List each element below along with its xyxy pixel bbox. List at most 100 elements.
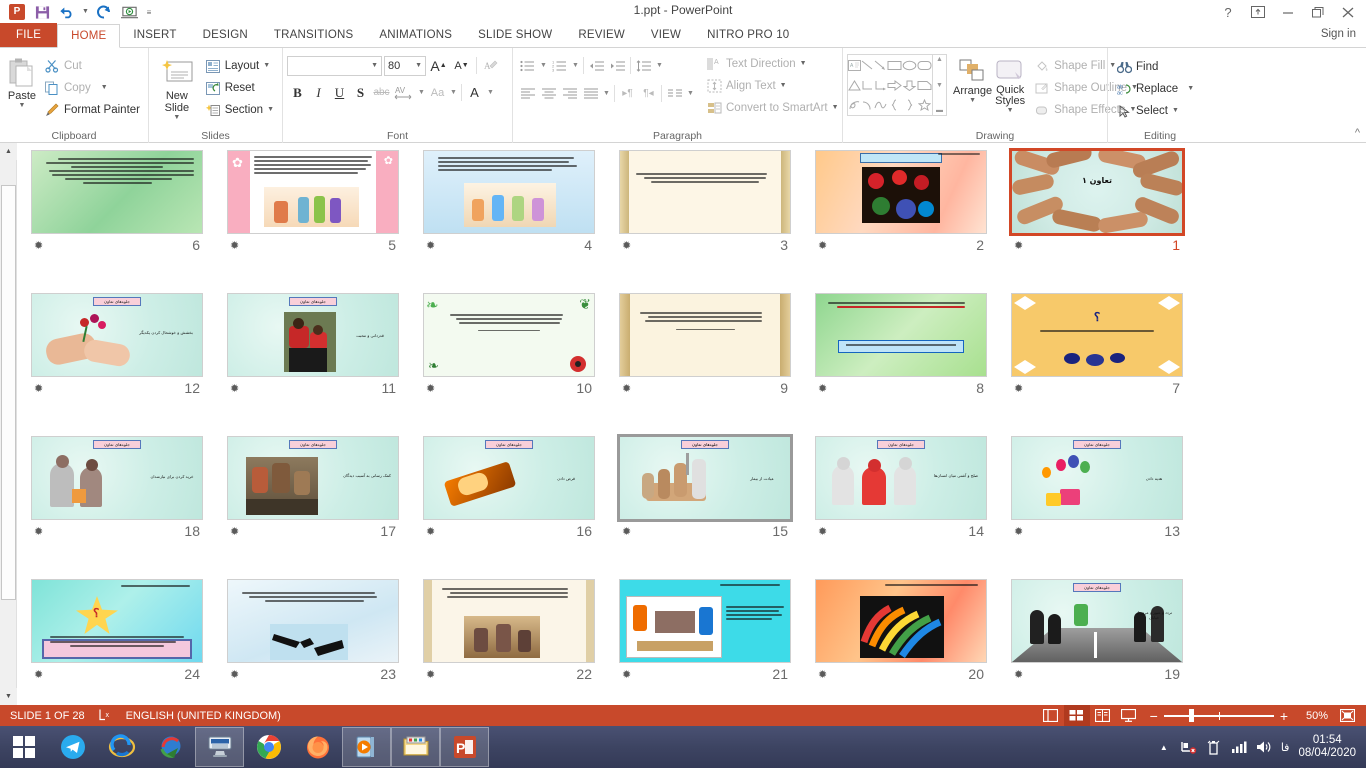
minimize-button[interactable] (1274, 2, 1302, 22)
underline-button[interactable]: U (329, 82, 350, 103)
shape-textbox[interactable]: A (848, 55, 861, 75)
slide-thumbnail-18[interactable]: جلوه‌های تعاون خرید کردن برای نیازمندان (31, 436, 203, 520)
slide-sorter-view-button[interactable] (1064, 705, 1090, 726)
slide-thumbnail-9[interactable] (619, 293, 791, 377)
slide-thumbnail-13[interactable]: جلوه‌های تعاون هدیه دادن (1011, 436, 1183, 520)
scrollbar-thumb[interactable] (1, 185, 16, 600)
shape-elbow-connector[interactable] (861, 75, 874, 95)
slide-thumbnail-5[interactable]: ✿ ✿ (227, 150, 399, 234)
shape-elbow-arrow[interactable] (874, 75, 887, 95)
zoom-out-button[interactable]: − (1150, 708, 1158, 724)
shape-star[interactable] (917, 95, 932, 115)
shape-flowchart-document[interactable] (917, 75, 932, 95)
tab-design[interactable]: DESIGN (190, 23, 261, 47)
decrease-font-size-button[interactable]: A▼ (451, 55, 472, 76)
arrange-button[interactable]: Arrange ▼ (953, 54, 992, 105)
replace-dropdown-icon[interactable]: ▼ (1187, 85, 1194, 93)
bullets-button[interactable] (517, 55, 538, 76)
align-left-button[interactable] (517, 83, 538, 104)
slide-thumbnail-19[interactable]: جلوه‌های تعاون تردد و عبور و مرور از خیا… (1011, 579, 1183, 663)
shape-right-brace[interactable] (902, 95, 917, 115)
slide-thumbnail-10[interactable]: ❧ ❦ ❧ (423, 293, 595, 377)
justify-button[interactable] (580, 83, 601, 104)
bold-button[interactable]: B (287, 82, 308, 103)
font-size-dropdown-icon[interactable]: ▼ (415, 62, 422, 70)
font-size-input[interactable]: 80 ▼ (384, 56, 426, 76)
slide-thumbnail-15[interactable]: جلوه‌های تعاون عیادت از بیمار (617, 434, 793, 522)
media-player-icon[interactable] (342, 727, 391, 767)
shapes-scroll-up-icon[interactable]: ▲ (936, 56, 943, 63)
layout-dropdown-icon[interactable]: ▼ (263, 62, 270, 70)
shape-curve[interactable] (874, 95, 887, 115)
slide-thumbnail-7[interactable]: ؟ (1011, 293, 1183, 377)
strikethrough-button[interactable]: abc (371, 82, 392, 103)
slide-thumbnail-12[interactable]: جلوه‌های تعاون بخشش و خوشحال کردن یکدیگر (31, 293, 203, 377)
find-button[interactable]: Find (1112, 56, 1198, 78)
slide-thumbnail-22[interactable] (423, 579, 595, 663)
align-text-dropdown-icon[interactable]: ▼ (780, 82, 787, 90)
shapes-more-icon[interactable]: ▬ (936, 107, 943, 114)
slide-thumbnail-17[interactable]: جلوه‌های تعاون کمک رسانی به آسیب دیدگان (227, 436, 399, 520)
slide-thumbnail-16[interactable]: جلوه‌های تعاون قرض دادن (423, 436, 595, 520)
section-button[interactable]: Section ▼ (201, 99, 278, 121)
convert-to-smartart-button[interactable]: Convert to SmartArt ▼ (702, 97, 843, 119)
paste-button[interactable]: Paste ▼ (4, 53, 40, 110)
change-case-dropdown-icon[interactable]: ▼ (448, 82, 459, 103)
align-right-button[interactable] (559, 83, 580, 104)
text-shadow-button[interactable]: S (350, 82, 371, 103)
new-slide-button[interactable]: New Slide ▼ (153, 53, 201, 122)
shapes-scroll-down-icon[interactable]: ▼ (936, 82, 943, 89)
shapes-gallery-scrollbar[interactable]: ▲ ▼ ▬ (932, 55, 946, 115)
zoom-percentage[interactable]: 50% (1296, 710, 1328, 722)
shape-arc[interactable] (861, 95, 874, 115)
reading-view-button[interactable] (1090, 705, 1116, 726)
arrange-dropdown-icon[interactable]: ▼ (969, 97, 976, 105)
cut-button[interactable]: Cut (40, 55, 144, 77)
scroll-down-arrow[interactable]: ▼ (0, 688, 17, 705)
section-dropdown-icon[interactable]: ▼ (267, 106, 274, 114)
internet-explorer-icon[interactable] (97, 727, 146, 767)
shape-scribble[interactable] (848, 95, 861, 115)
font-name-dropdown-icon[interactable]: ▼ (371, 62, 378, 70)
bullets-dropdown-icon[interactable]: ▼ (538, 55, 549, 76)
slide-show-button[interactable] (1116, 705, 1142, 726)
close-button[interactable] (1334, 2, 1362, 22)
volume-icon[interactable] (1256, 739, 1272, 755)
character-spacing-button[interactable]: AV (392, 82, 416, 103)
slide-thumbnail-2[interactable] (815, 150, 987, 234)
smartart-dropdown-icon[interactable]: ▼ (832, 104, 839, 112)
shape-rounded-rectangle[interactable] (917, 55, 932, 75)
shapes-gallery[interactable]: A (847, 54, 947, 116)
slide-thumbnail-20[interactable] (815, 579, 987, 663)
ribbon-display-options-button[interactable] (1244, 2, 1272, 22)
numbering-dropdown-icon[interactable]: ▼ (570, 55, 581, 76)
spell-check-icon[interactable]: x (99, 708, 112, 724)
normal-view-button[interactable] (1038, 705, 1064, 726)
scroll-up-arrow[interactable]: ▲ (0, 143, 17, 160)
numbering-button[interactable]: 123 (549, 55, 570, 76)
shape-rectangle[interactable] (887, 55, 902, 75)
rtl-text-direction-button[interactable]: ¶◂ (638, 83, 659, 104)
network-error-icon[interactable] (1181, 739, 1197, 755)
shape-right-arrow[interactable] (887, 75, 902, 95)
quick-styles-dropdown-icon[interactable]: ▼ (1007, 107, 1014, 115)
change-case-button[interactable]: Aa (427, 82, 448, 103)
zoom-slider[interactable] (1164, 709, 1274, 723)
tab-slide-show[interactable]: SLIDE SHOW (465, 23, 565, 47)
columns-dropdown-icon[interactable]: ▼ (685, 83, 696, 104)
paste-dropdown-icon[interactable]: ▼ (19, 102, 26, 110)
fit-to-window-button[interactable] (1334, 705, 1360, 726)
slide-thumbnail-8[interactable] (815, 293, 987, 377)
justify-dropdown-icon[interactable]: ▼ (601, 83, 612, 104)
quick-styles-button[interactable]: Quick Styles ▼ (994, 54, 1026, 115)
language-tray-indicator[interactable]: فا (1281, 741, 1290, 754)
sign-in-link[interactable]: Sign in (1321, 28, 1356, 40)
start-button[interactable] (0, 726, 48, 768)
language-indicator[interactable]: ENGLISH (UNITED KINGDOM) (126, 710, 281, 722)
shape-line[interactable] (861, 55, 874, 75)
slide-thumbnail-14[interactable]: جلوه‌های تعاون صلح و آشتی میان انسان‌ها (815, 436, 987, 520)
google-chrome-icon[interactable] (244, 727, 293, 767)
show-hidden-icons-button[interactable]: ▲ (1156, 739, 1172, 755)
columns-button[interactable] (664, 83, 685, 104)
slide-thumbnail-6[interactable] (31, 150, 203, 234)
